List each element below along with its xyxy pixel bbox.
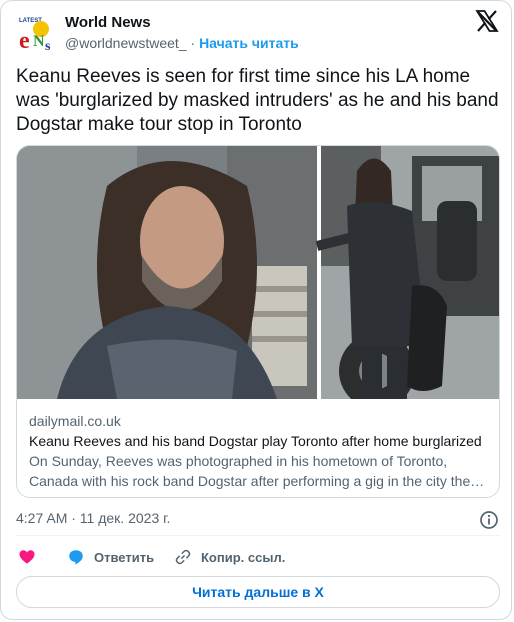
copy-link-label: Копир. ссыл. — [201, 549, 286, 565]
heart-icon — [19, 550, 35, 564]
link-chain-icon — [175, 549, 191, 565]
world-news-avatar[interactable]: LATEST e N s — [16, 12, 58, 54]
link-info: dailymail.co.uk Keanu Reeves and his ban… — [29, 411, 491, 491]
separator-dot: · — [190, 35, 196, 51]
link-preview-card[interactable]: dailymail.co.uk Keanu Reeves and his ban… — [16, 145, 500, 498]
like-button[interactable] — [18, 546, 36, 568]
svg-text:N: N — [33, 33, 45, 50]
svg-text:e: e — [19, 28, 30, 54]
article-photo[interactable] — [17, 146, 499, 399]
account-name[interactable]: World News — [65, 14, 151, 31]
handle-row: @worldnewstweet_ · Начать читать — [65, 35, 299, 51]
link-domain: dailymail.co.uk — [29, 413, 121, 429]
link-description: On Sunday, Reeves was photographed in hi… — [29, 453, 485, 489]
svg-text:s: s — [45, 39, 51, 54]
reply-bubble-icon — [69, 550, 83, 565]
info-icon[interactable] — [479, 510, 499, 530]
reply-button[interactable]: Ответить — [67, 546, 154, 568]
tweet-timestamp[interactable]: 4:27 AM · 11 дек. 2023 г. — [16, 510, 170, 526]
account-handle[interactable]: @worldnewstweet_ — [65, 35, 187, 51]
reply-label: Ответить — [94, 549, 155, 565]
x-logo-icon[interactable] — [475, 9, 499, 33]
copy-link-button[interactable]: Копир. ссыл. — [174, 546, 285, 568]
tweet-card: LATEST e N s World News @worldnewstweet_… — [0, 0, 512, 620]
read-more-button[interactable]: Читать дальше в X — [16, 576, 500, 608]
link-title[interactable]: Keanu Reeves and his band Dogstar play T… — [29, 431, 491, 451]
divider — [16, 535, 500, 536]
tweet-text: Keanu Reeves is seen for first time sinc… — [16, 66, 499, 135]
follow-link[interactable]: Начать читать — [199, 35, 299, 51]
